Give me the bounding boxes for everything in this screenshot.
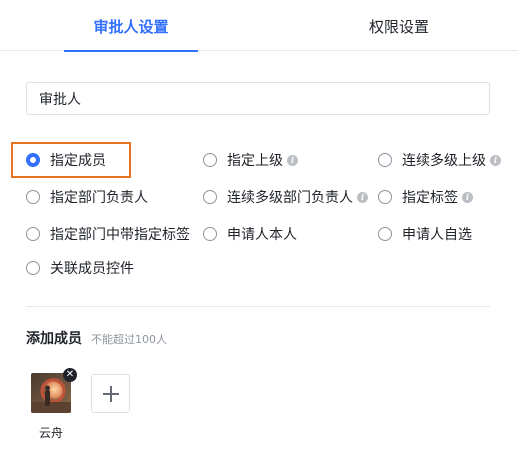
radio-icon (203, 190, 217, 204)
option-designated-member[interactable]: 指定成员 (26, 148, 106, 172)
option-designated-tag[interactable]: 指定标签 i (378, 185, 473, 209)
option-multi-level-superior[interactable]: 连续多级上级 i (378, 148, 501, 172)
option-label: 指定部门负责人 (50, 190, 148, 206)
add-member-button[interactable] (91, 374, 130, 413)
option-label: 连续多级上级 (402, 153, 486, 169)
option-label: 关联成员控件 (50, 261, 134, 277)
option-label: 指定上级 (227, 153, 283, 169)
option-designated-superior[interactable]: 指定上级 i (203, 148, 298, 172)
option-department-with-tag[interactable]: 指定部门中带指定标签 (26, 222, 190, 246)
add-members-title: 添加成员 (26, 331, 82, 347)
option-multi-level-department-head[interactable]: 连续多级部门负责人 i (203, 185, 368, 209)
tab-permission-settings[interactable]: 权限设置 (332, 0, 466, 51)
member-name: 云舟 (38, 426, 63, 440)
members-limit-hint: 不能超过100人 (91, 333, 167, 346)
option-label: 指定部门中带指定标签 (50, 227, 190, 243)
option-label: 指定成员 (50, 153, 106, 169)
approver-name-input[interactable] (26, 82, 490, 115)
option-applicant-self[interactable]: 申请人本人 (203, 222, 297, 246)
tab-approver-settings[interactable]: 审批人设置 (64, 0, 198, 52)
tab-bar: 审批人设置 权限设置 (0, 0, 518, 52)
info-icon[interactable]: i (287, 154, 298, 166)
radio-icon (378, 153, 392, 167)
option-label: 申请人本人 (227, 227, 297, 243)
option-label: 申请人自选 (402, 227, 472, 243)
info-icon[interactable]: i (462, 191, 473, 203)
radio-icon (378, 227, 392, 241)
info-icon[interactable]: i (490, 154, 501, 166)
option-label: 指定标签 (402, 190, 458, 206)
radio-icon (203, 153, 217, 167)
radio-icon (26, 190, 40, 204)
radio-icon (26, 227, 40, 241)
radio-icon (378, 190, 392, 204)
radio-icon (203, 227, 217, 241)
radio-checked-icon (26, 153, 40, 167)
radio-icon (26, 261, 40, 275)
info-icon[interactable]: i (357, 191, 368, 203)
option-label: 连续多级部门负责人 (227, 190, 353, 206)
option-linked-member-control[interactable]: 关联成员控件 (26, 256, 134, 280)
option-applicant-choose[interactable]: 申请人自选 (378, 222, 472, 246)
section-divider (26, 306, 490, 307)
remove-member-icon[interactable]: ✕ (63, 368, 77, 382)
option-department-head[interactable]: 指定部门负责人 (26, 185, 148, 209)
